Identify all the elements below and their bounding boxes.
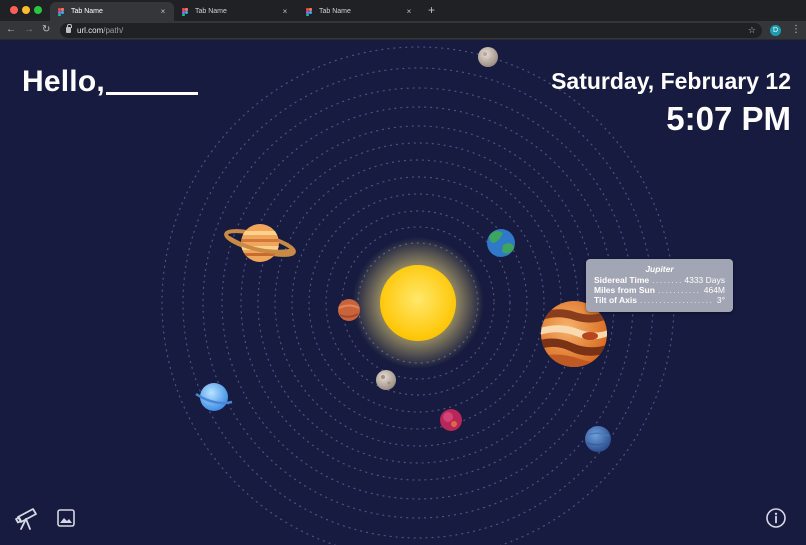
figma-icon [182,7,189,16]
venus[interactable] [440,409,462,431]
profile-avatar[interactable]: D [770,25,781,36]
close-window-button[interactable] [10,6,18,14]
time-display: 5:07 PM [666,100,791,137]
tooltip-title: Jupiter [645,264,674,274]
address-bar[interactable]: url.com/path/ ☆ [60,23,762,38]
earth[interactable] [487,229,515,257]
mars[interactable] [338,299,360,321]
greeting-heading: Hello, [22,65,105,98]
tab-title: Tab Name [71,8,103,15]
tab-1[interactable]: Tab Name × [50,2,174,21]
name-placeholder-line[interactable] [106,92,198,95]
lock-icon [66,24,72,33]
image-icon[interactable] [56,508,76,528]
moon[interactable] [478,47,498,67]
back-arrow-icon[interactable]: ← [6,23,16,37]
tab-3[interactable]: Tab Name × [298,2,420,21]
info-icon[interactable] [765,507,787,529]
tooltip-row: Tilt of Axis ...........................… [594,295,725,306]
figma-icon [58,7,65,16]
uranus[interactable] [195,383,233,411]
tab-title: Tab Name [195,8,227,15]
reload-icon[interactable]: ↻ [42,23,50,37]
close-tab-icon[interactable]: × [280,7,290,16]
tooltip-value: 464M [703,285,725,295]
date-display: Saturday, February 12 [551,68,791,94]
tab-title: Tab Name [319,8,351,15]
tooltip-value: 4333 Days [684,275,725,285]
url-path: /path/ [103,26,124,35]
browser-window: Tab Name × Tab Name × Tab Name × + ← → ↻… [0,0,806,545]
saturn[interactable] [224,224,296,262]
leader-dots: .............................. [639,295,714,305]
mercury[interactable] [376,370,396,390]
kebab-menu-icon[interactable]: ⋮ [791,24,801,36]
tooltip-label: Sidereal Time [594,275,650,285]
leader-dots: ...................... [652,275,681,285]
planet-info-tooltip: Jupiter Sidereal Time ..................… [586,259,733,312]
telescope-icon[interactable] [14,505,40,531]
neptune[interactable] [585,426,611,452]
close-tab-icon[interactable]: × [158,7,168,16]
leader-dots: ...................... [657,285,701,295]
tooltip-label: Tilt of Axis [594,295,637,305]
url-host: url.com [77,26,104,35]
forward-arrow-icon[interactable]: → [24,23,34,37]
minimize-window-button[interactable] [22,6,30,14]
browser-toolbar: ← → ↻ url.com/path/ ☆ [0,21,806,40]
tab-2[interactable]: Tab Name × [174,2,296,21]
tab-bar: Tab Name × Tab Name × Tab Name × + [0,0,806,21]
tooltip-label: Miles from Sun [594,285,655,295]
page-content: Hello, Saturday, February 12 5:07 PM Jup… [0,40,806,545]
figma-icon [306,7,313,16]
sun[interactable] [352,237,484,369]
new-tab-button[interactable]: + [428,4,435,16]
star-icon[interactable]: ☆ [748,24,756,36]
url-text: url.com/path/ [77,25,123,36]
close-tab-icon[interactable]: × [404,7,414,16]
tooltip-value: 3° [716,295,725,305]
maximize-window-button[interactable] [34,6,42,14]
